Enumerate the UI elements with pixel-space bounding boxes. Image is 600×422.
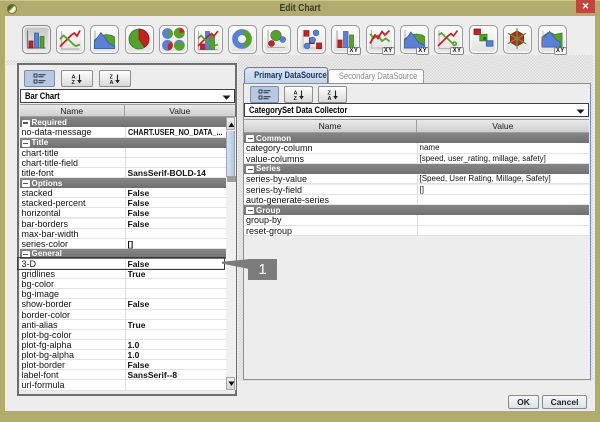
svg-text:A: A <box>327 96 331 101</box>
svg-text:Z: Z <box>72 80 76 85</box>
svg-text:Z: Z <box>293 96 297 101</box>
svg-text:A: A <box>110 80 114 85</box>
